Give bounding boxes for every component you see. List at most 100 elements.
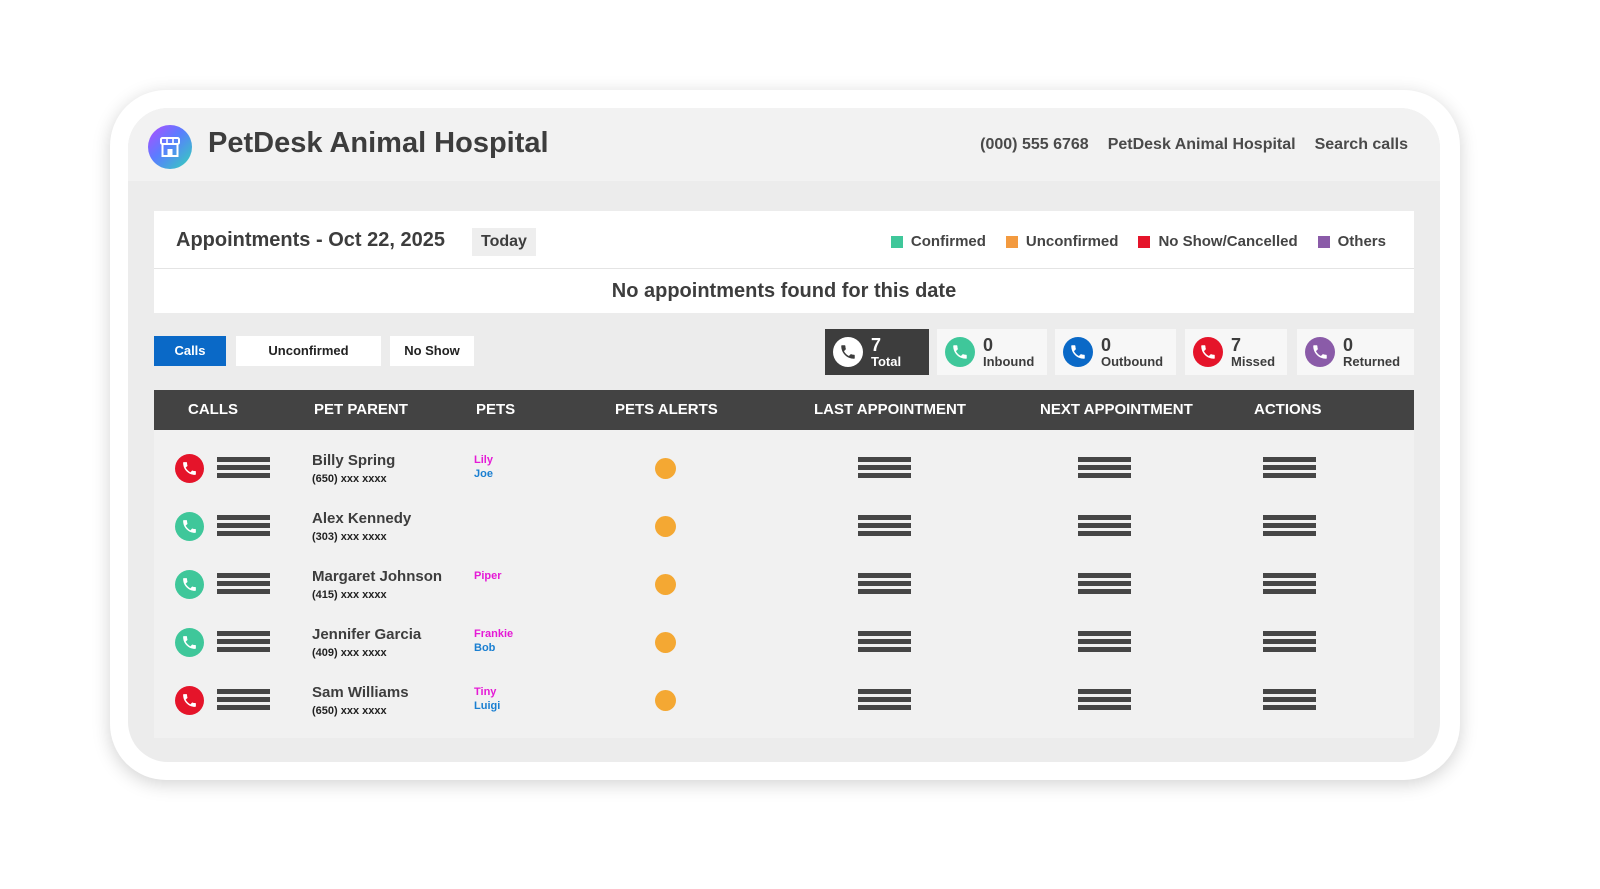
- next-appointment-bars: [1078, 573, 1131, 595]
- column-header-calls[interactable]: CALLS: [188, 401, 238, 418]
- pet-alert-indicator[interactable]: [655, 458, 676, 479]
- column-header-actions[interactable]: ACTIONS: [1254, 401, 1322, 418]
- legend-swatch: [1138, 235, 1151, 248]
- next-appointment-bars: [1078, 689, 1131, 711]
- pet-name[interactable]: Lily: [474, 454, 493, 466]
- stat-inbound[interactable]: 0 Inbound: [937, 329, 1047, 375]
- pet-parent-phone: (415) xxx xxxx: [312, 589, 387, 601]
- pet-name[interactable]: Frankie: [474, 628, 513, 640]
- stat-outbound-count: 0: [1101, 335, 1112, 355]
- call-details-bars: [217, 573, 270, 595]
- legend-unconfirmed: Unconfirmed: [1005, 233, 1119, 250]
- filter-no-show-button[interactable]: No Show: [390, 336, 474, 366]
- column-header-pet-parent[interactable]: PET PARENT: [314, 401, 408, 418]
- legend-confirmed: Confirmed: [890, 233, 986, 250]
- pet-parent-name[interactable]: Billy Spring: [312, 452, 395, 469]
- stat-returned[interactable]: 0 Returned: [1297, 329, 1414, 375]
- pet-alert-indicator[interactable]: [655, 690, 676, 711]
- phone-answered-icon[interactable]: [175, 512, 204, 541]
- legend-swatch: [1005, 235, 1018, 248]
- pet-parent-phone: (409) xxx xxxx: [312, 647, 387, 659]
- stat-returned-count: 0: [1343, 335, 1354, 355]
- pet-name[interactable]: Luigi: [474, 700, 500, 712]
- column-header-pets-alerts[interactable]: PETS ALERTS: [615, 401, 718, 418]
- last-appointment-bars: [858, 515, 911, 537]
- table-row[interactable]: Margaret Johnson (415) xxx xxxx Piper: [154, 550, 1414, 608]
- legend-label: Confirmed: [910, 233, 986, 250]
- phone-number-link[interactable]: (000) 555 6768: [980, 136, 1089, 154]
- legend-no-show: No Show/Cancelled: [1138, 233, 1298, 250]
- today-button[interactable]: Today: [472, 228, 536, 256]
- actions-menu-button[interactable]: [1263, 515, 1316, 537]
- pet-name[interactable]: Piper: [474, 570, 502, 582]
- table-row[interactable]: Jennifer Garcia (409) xxx xxxx Frankie Bob: [154, 608, 1414, 666]
- last-appointment-bars: [858, 457, 911, 479]
- phone-returned-icon: [1305, 337, 1335, 367]
- last-appointment-bars: [858, 631, 911, 653]
- stat-total-label: Total: [871, 354, 902, 369]
- next-appointment-bars: [1078, 457, 1131, 479]
- phone-icon: [833, 337, 863, 367]
- legend-label: No Show/Cancelled: [1158, 233, 1298, 250]
- pet-parent-name[interactable]: Alex Kennedy: [312, 510, 411, 527]
- empty-appointments-message: No appointments found for this date: [611, 280, 957, 302]
- filter-calls-button[interactable]: Calls: [154, 336, 226, 366]
- actions-menu-button[interactable]: [1263, 573, 1316, 595]
- pet-alert-indicator[interactable]: [655, 516, 676, 537]
- stat-outbound-label: Outbound: [1101, 354, 1164, 369]
- filter-unconfirmed-button[interactable]: Unconfirmed: [236, 336, 381, 366]
- actions-menu-button[interactable]: [1263, 689, 1316, 711]
- actions-menu-button[interactable]: [1263, 631, 1316, 653]
- table-row[interactable]: Sam Williams (650) xxx xxxx Tiny Luigi: [154, 666, 1414, 724]
- stat-total-count: 7: [871, 335, 882, 355]
- stat-total[interactable]: 7 Total: [825, 329, 929, 375]
- pet-parent-phone: (650) xxx xxxx: [312, 705, 387, 717]
- next-appointment-bars: [1078, 631, 1131, 653]
- storefront-icon: [148, 125, 192, 169]
- last-appointment-bars: [858, 573, 911, 595]
- stat-missed-count: 7: [1231, 335, 1242, 355]
- table-header: CALLS PET PARENT PETS PETS ALERTS LAST A…: [154, 390, 1414, 430]
- column-header-next-appointment[interactable]: NEXT APPOINTMENT: [1040, 401, 1193, 418]
- legend-swatch: [1317, 235, 1330, 248]
- actions-menu-button[interactable]: [1263, 457, 1316, 479]
- call-details-bars: [217, 631, 270, 653]
- pet-parent-phone: (650) xxx xxxx: [312, 473, 387, 485]
- pet-parent-phone: (303) xxx xxxx: [312, 531, 387, 543]
- column-header-last-appointment[interactable]: LAST APPOINTMENT: [814, 401, 966, 418]
- legend-swatch: [890, 235, 903, 248]
- search-calls-link[interactable]: Search calls: [1315, 136, 1408, 154]
- hospital-switcher[interactable]: PetDesk Animal Hospital: [1108, 136, 1296, 154]
- pet-alert-indicator[interactable]: [655, 574, 676, 595]
- table-row[interactable]: Billy Spring (650) xxx xxxx Lily Joe: [154, 434, 1414, 492]
- pet-parent-name[interactable]: Jennifer Garcia: [312, 626, 421, 643]
- stat-outbound[interactable]: 0 Outbound: [1055, 329, 1176, 375]
- pet-parent-name[interactable]: Margaret Johnson: [312, 568, 442, 585]
- appointments-header: Appointments - Oct 22, 2025 Today Confir…: [154, 211, 1414, 269]
- phone-outbound-icon: [1063, 337, 1093, 367]
- appointments-title: Appointments - Oct 22, 2025: [176, 229, 445, 251]
- phone-missed-icon[interactable]: [175, 686, 204, 715]
- phone-answered-icon[interactable]: [175, 628, 204, 657]
- pet-parent-name[interactable]: Sam Williams: [312, 684, 409, 701]
- pet-name[interactable]: Tiny: [474, 686, 496, 698]
- call-details-bars: [217, 689, 270, 711]
- phone-missed-icon: [1193, 337, 1223, 367]
- phone-inbound-icon: [945, 337, 975, 367]
- pet-alert-indicator[interactable]: [655, 632, 676, 653]
- stat-inbound-label: Inbound: [983, 354, 1035, 369]
- pet-name[interactable]: Joe: [474, 468, 493, 480]
- legend-others: Others: [1317, 233, 1386, 250]
- column-header-pets[interactable]: PETS: [476, 401, 515, 418]
- call-details-bars: [217, 457, 270, 479]
- stat-missed[interactable]: 7 Missed: [1185, 329, 1287, 375]
- table-row[interactable]: Alex Kennedy (303) xxx xxxx: [154, 492, 1414, 550]
- pet-name[interactable]: Bob: [474, 642, 495, 654]
- appointment-legend: Confirmed Unconfirmed No Show/Cancelled …: [890, 233, 1386, 250]
- legend-label: Others: [1337, 233, 1386, 250]
- calls-table-body: Billy Spring (650) xxx xxxx Lily Joe Alex Ke…: [154, 430, 1414, 738]
- phone-answered-icon[interactable]: [175, 570, 204, 599]
- legend-label: Unconfirmed: [1025, 233, 1119, 250]
- phone-missed-icon[interactable]: [175, 454, 204, 483]
- stat-missed-label: Missed: [1231, 354, 1276, 369]
